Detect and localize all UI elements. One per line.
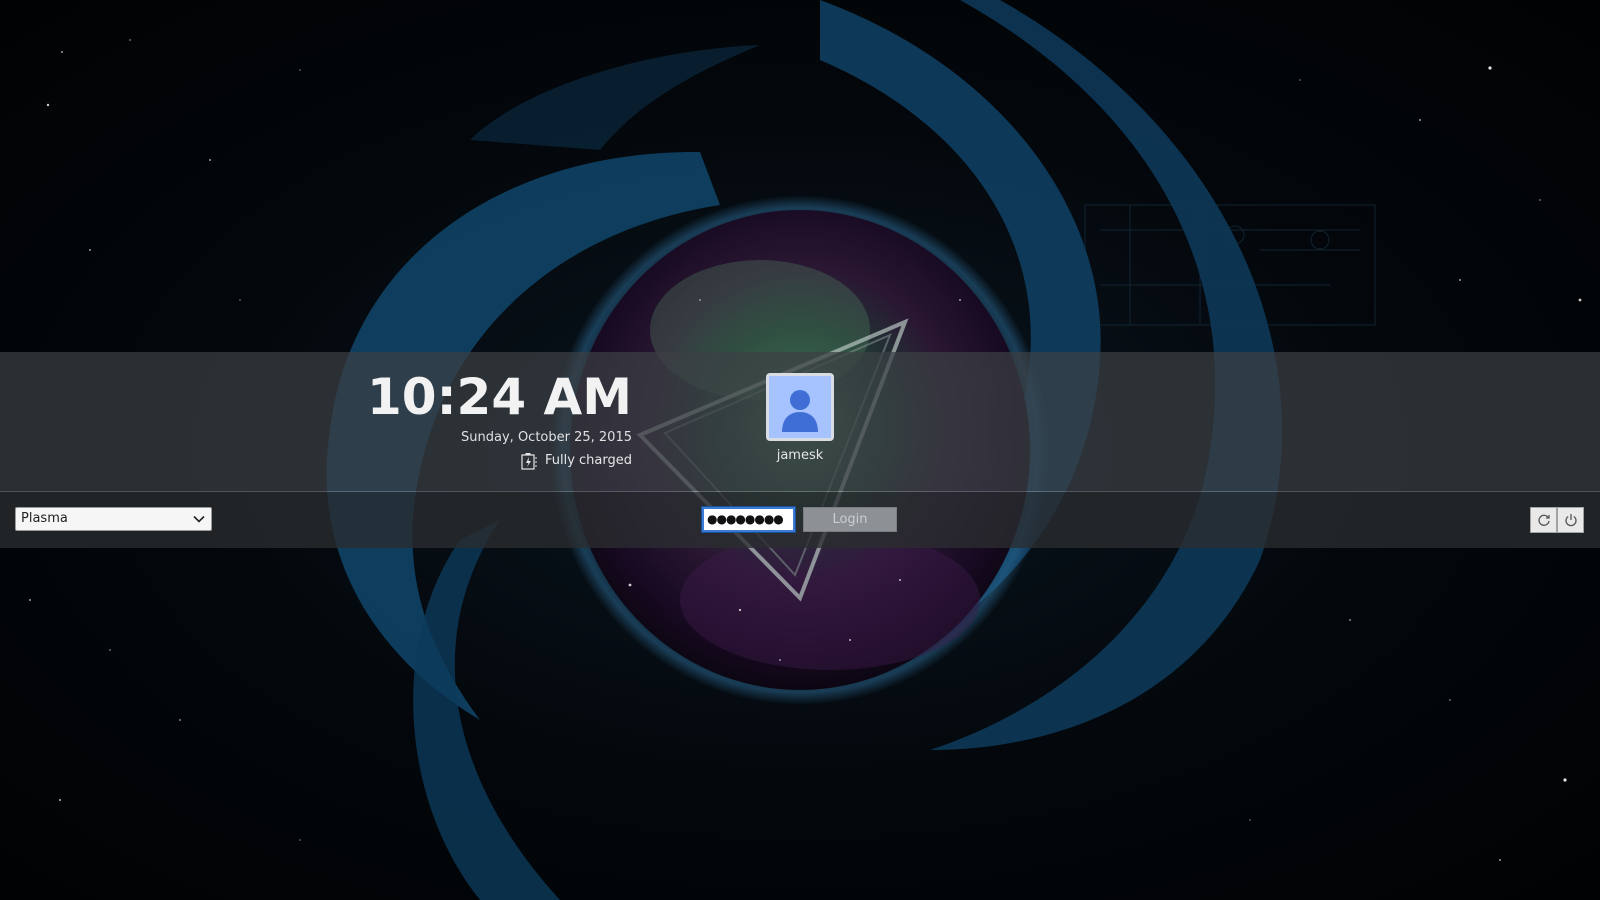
clock-date: Sunday, October 25, 2015 <box>461 430 632 445</box>
session-select[interactable]: Plasma <box>15 507 212 531</box>
username-label: jamesk <box>776 448 824 463</box>
login-button[interactable]: Login <box>803 507 897 532</box>
login-screen: 10:24 AM Sunday, October 25, 2015 Fully … <box>0 0 1600 900</box>
user-avatar[interactable] <box>766 373 834 441</box>
battery-charging-icon <box>521 452 537 470</box>
clock-time: 10:24 AM <box>366 368 632 426</box>
restart-button[interactable] <box>1530 507 1557 533</box>
password-input[interactable]: ●●●●●●●● <box>701 506 796 533</box>
chevron-down-icon <box>193 508 205 530</box>
session-selected-value: Plasma <box>21 511 68 526</box>
user-avatar-icon <box>769 376 831 438</box>
battery-status: Fully charged <box>521 452 632 470</box>
restart-icon <box>1537 514 1550 526</box>
shutdown-button[interactable] <box>1557 507 1584 533</box>
power-icon <box>1564 514 1577 527</box>
greeter-bottom-band <box>0 492 1600 548</box>
battery-status-label: Fully charged <box>544 453 632 468</box>
